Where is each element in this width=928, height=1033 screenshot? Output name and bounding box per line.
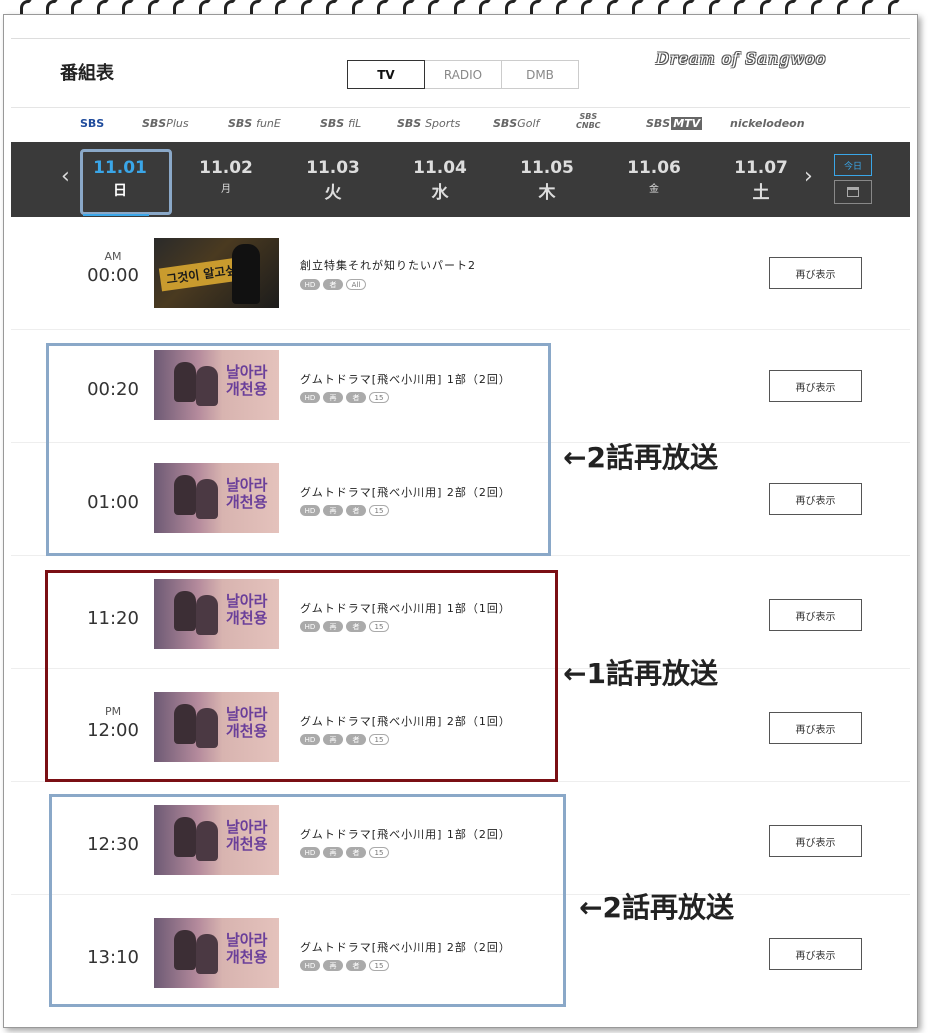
ampm-label: AM	[104, 250, 122, 263]
channel-sbs[interactable]: SBS	[80, 117, 104, 130]
date-weekday: 月	[221, 184, 231, 195]
channel-name: SBS	[493, 117, 518, 130]
calendar-icon	[847, 187, 859, 197]
channel-sbs-mtv[interactable]: SBS MTV	[646, 117, 703, 130]
replay-button[interactable]: 再び表示	[769, 712, 862, 744]
watermark: Dream of Sangwoo	[656, 49, 827, 68]
channel-name: SBS	[80, 117, 105, 130]
replay-button[interactable]: 再び表示	[769, 483, 862, 515]
date-weekday: 水	[431, 183, 449, 203]
caption-badge: 者	[323, 279, 343, 290]
date-weekday: 土	[752, 183, 770, 203]
channel-sub: funE	[256, 117, 281, 130]
time-label: 00:00	[87, 265, 139, 286]
date-item[interactable]: 11.05 木	[512, 158, 582, 203]
channel-name: SBS	[579, 112, 598, 121]
channel-sbs-fil[interactable]: SBS fiL	[320, 117, 361, 130]
annotation-rerun-ep1: ←1話再放送	[563, 657, 718, 690]
highlight-box-rerun-ep2-b	[49, 794, 566, 1007]
channel-sub: MTV	[671, 117, 703, 130]
date-item[interactable]: 11.06 金	[619, 158, 689, 195]
channel-sbs-cnbc[interactable]: SBS CNBC	[576, 112, 601, 130]
channel-name: SBS	[142, 117, 167, 130]
channel-sbs-golf[interactable]: SBSGolf	[493, 117, 539, 130]
channel-name: SBS	[228, 117, 253, 130]
annotation-rerun-ep2: ←2話再放送	[563, 441, 718, 474]
date-num: 11.06	[627, 158, 681, 178]
program-thumbnail[interactable]: 그것이 알고싶다	[154, 238, 279, 308]
program-title[interactable]: 創立特集それが知りたいパート2	[300, 257, 476, 273]
date-weekday: 木	[538, 183, 556, 203]
page-header: 番組表 TV RADIO DMB Dream of Sangwoo	[11, 38, 910, 108]
selected-date-underline	[83, 214, 149, 216]
date-num: 11.05	[520, 158, 574, 178]
channel-name: SBS	[646, 117, 671, 130]
replay-button[interactable]: 再び表示	[769, 825, 862, 857]
date-bar: ‹ 11.01 日 11.02 月 11.03 火 11.04 水 11.05 木 11.…	[11, 142, 910, 217]
hd-badge: HD	[300, 279, 320, 290]
date-item[interactable]: 11.07 土	[726, 158, 796, 203]
date-num: 11.02	[199, 158, 253, 178]
replay-button[interactable]: 再び表示	[769, 938, 862, 970]
tab-tv[interactable]: TV	[347, 60, 425, 89]
thumbnail-figure	[232, 244, 260, 304]
media-tabs: TV RADIO DMB	[347, 60, 579, 89]
date-weekday: 火	[324, 183, 342, 203]
channel-name: nickelodeon	[730, 117, 805, 130]
channel-sub: Sports	[425, 117, 461, 130]
page-title: 番組表	[60, 63, 114, 84]
highlight-box-rerun-ep1	[45, 570, 558, 782]
channel-sub: CNBC	[576, 121, 601, 130]
selected-date-highlight	[80, 149, 172, 215]
replay-button[interactable]: 再び表示	[769, 599, 862, 631]
channel-nav: SBS SBSPlus SBS funE SBS fiL SBS Sports …	[11, 108, 910, 142]
rating-badge: All	[346, 279, 366, 290]
annotation-rerun-ep2-b: ←2話再放送	[579, 891, 734, 924]
date-item[interactable]: 11.02 月	[191, 158, 261, 195]
channel-sub: Plus	[166, 117, 189, 130]
channel-sbs-fune[interactable]: SBS funE	[228, 117, 281, 130]
channel-sub: fiL	[348, 117, 362, 130]
date-num: 11.04	[413, 158, 467, 178]
date-num: 11.07	[734, 158, 788, 178]
next-week-arrow[interactable]: ›	[804, 164, 813, 189]
prev-week-arrow[interactable]: ‹	[61, 164, 70, 189]
badge-group: HD 者 All	[300, 279, 366, 290]
date-weekday: 金	[649, 184, 659, 195]
replay-button[interactable]: 再び表示	[769, 370, 862, 402]
tab-radio[interactable]: RADIO	[424, 60, 502, 89]
tab-dmb[interactable]: DMB	[501, 60, 579, 89]
channel-name: SBS	[397, 117, 422, 130]
calendar-button[interactable]	[834, 180, 872, 204]
date-item[interactable]: 11.03 火	[298, 158, 368, 203]
channel-name: SBS	[320, 117, 345, 130]
channel-sbs-sports[interactable]: SBS Sports	[397, 117, 460, 130]
channel-sbs-plus[interactable]: SBSPlus	[142, 117, 189, 130]
date-item[interactable]: 11.04 水	[405, 158, 475, 203]
highlight-box-rerun-ep2	[46, 343, 551, 556]
date-num: 11.03	[306, 158, 360, 178]
schedule-row: AM 00:00 그것이 알고싶다 創立特集それが知りたいパート2 HD 者 A…	[11, 217, 910, 330]
channel-nickelodeon[interactable]: nickelodeon	[730, 117, 805, 130]
today-button[interactable]: 今日	[834, 154, 872, 176]
replay-button[interactable]: 再び表示	[769, 257, 862, 289]
channel-sub: Golf	[517, 117, 540, 130]
